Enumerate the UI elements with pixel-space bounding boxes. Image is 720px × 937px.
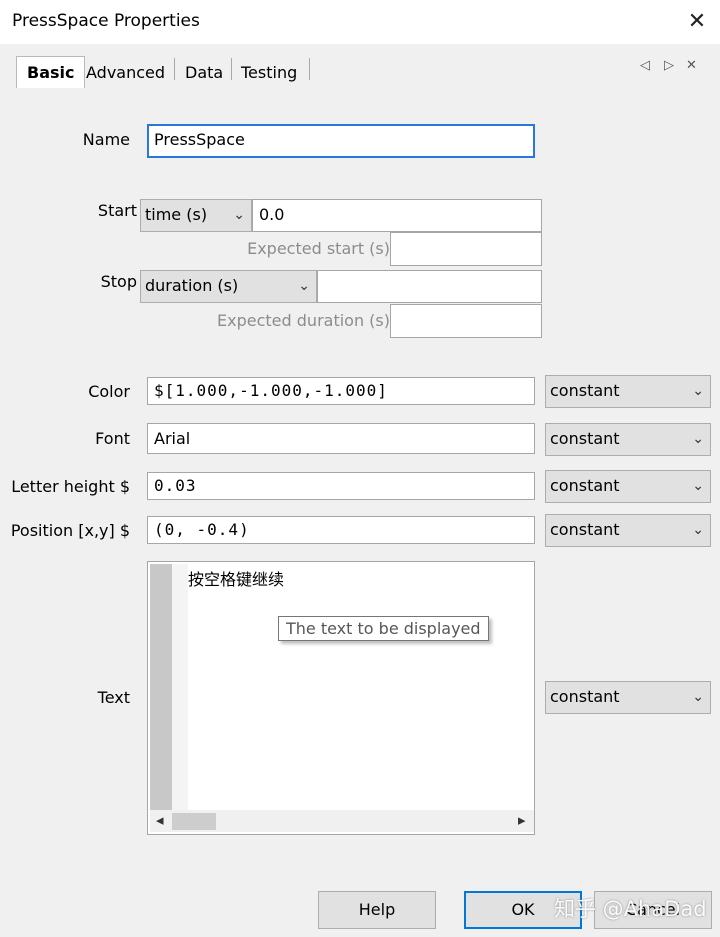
stop-type-value: duration (s)	[145, 276, 239, 295]
name-label: Name	[82, 130, 130, 149]
start-label: Start	[97, 201, 137, 220]
chevron-down-icon: ⌄	[692, 522, 704, 538]
text-tooltip: The text to be displayed	[278, 616, 489, 641]
stop-value-input[interactable]	[317, 270, 542, 303]
scrollbar-thumb[interactable]	[172, 813, 216, 830]
chevron-down-icon: ⌄	[692, 383, 704, 399]
font-update-value: constant	[550, 429, 620, 448]
font-label: Font	[95, 429, 130, 448]
letter-height-update-select[interactable]: constant ⌄	[545, 470, 711, 503]
text-update-value: constant	[550, 687, 620, 706]
fold-margin	[172, 564, 188, 810]
chevron-down-icon: ⌄	[692, 431, 704, 447]
expected-duration-label: Expected duration (s)	[217, 311, 390, 330]
chevron-down-icon: ⌄	[692, 689, 704, 705]
tab-separator	[174, 58, 175, 80]
line-number-gutter	[150, 564, 172, 810]
expected-start-input[interactable]	[390, 232, 542, 266]
tab-advanced[interactable]: Advanced	[80, 60, 171, 88]
title-bar: PressSpace Properties ✕	[0, 0, 720, 44]
tab-prev-icon[interactable]: ◁	[640, 58, 650, 73]
close-icon[interactable]: ✕	[680, 6, 714, 38]
stop-type-select[interactable]: duration (s) ⌄	[140, 270, 317, 303]
font-update-select[interactable]: constant ⌄	[545, 423, 711, 456]
letter-height-update-value: constant	[550, 476, 620, 495]
letter-height-label: Letter height $	[11, 477, 130, 496]
tab-basic[interactable]: Basic	[16, 56, 86, 89]
position-update-select[interactable]: constant ⌄	[545, 514, 711, 547]
expected-duration-input[interactable]	[390, 304, 542, 338]
tab-separator	[309, 58, 310, 80]
color-update-value: constant	[550, 381, 620, 400]
text-update-select[interactable]: constant ⌄	[545, 681, 711, 714]
color-label: Color	[88, 382, 130, 401]
scroll-left-icon[interactable]: ◂	[156, 811, 164, 829]
position-input[interactable]: (0, -0.4)	[147, 516, 535, 544]
chevron-down-icon: ⌄	[298, 278, 310, 294]
position-update-value: constant	[550, 520, 620, 539]
scroll-right-icon[interactable]: ▸	[518, 811, 526, 829]
expected-start-label: Expected start (s)	[247, 239, 390, 258]
name-input[interactable]: PressSpace	[147, 124, 535, 158]
text-editor-content[interactable]: 按空格键继续	[188, 566, 284, 590]
text-editor[interactable]: 按空格键继续 The text to be displayed ◂ ▸	[147, 561, 535, 835]
help-button[interactable]: Help	[318, 891, 436, 929]
tab-testing[interactable]: Testing	[235, 60, 303, 88]
stop-label: Stop	[100, 272, 137, 291]
tab-close-icon[interactable]: ✕	[686, 58, 697, 73]
start-type-select[interactable]: time (s) ⌄	[140, 199, 252, 232]
chevron-down-icon: ⌄	[692, 478, 704, 494]
letter-height-input[interactable]: 0.03	[147, 472, 535, 500]
color-update-select[interactable]: constant ⌄	[545, 375, 711, 408]
text-label: Text	[97, 688, 130, 707]
tab-data[interactable]: Data	[179, 60, 229, 88]
window-title: PressSpace Properties	[12, 11, 200, 31]
tab-next-icon[interactable]: ▷	[664, 58, 674, 73]
chevron-down-icon: ⌄	[233, 207, 245, 223]
start-value-input[interactable]: 0.0	[252, 199, 542, 232]
position-label: Position [x,y] $	[10, 521, 130, 540]
font-input[interactable]: Arial	[147, 423, 535, 454]
color-input[interactable]: $[1.000,-1.000,-1.000]	[147, 377, 535, 405]
watermark: 知乎 @AhaDad	[554, 897, 707, 921]
tab-strip: Basic Advanced Data Testing ◁ ▷ ✕	[0, 44, 720, 89]
horizontal-scrollbar[interactable]: ◂ ▸	[150, 810, 534, 832]
tab-separator	[231, 58, 232, 80]
start-type-value: time (s)	[145, 205, 208, 224]
